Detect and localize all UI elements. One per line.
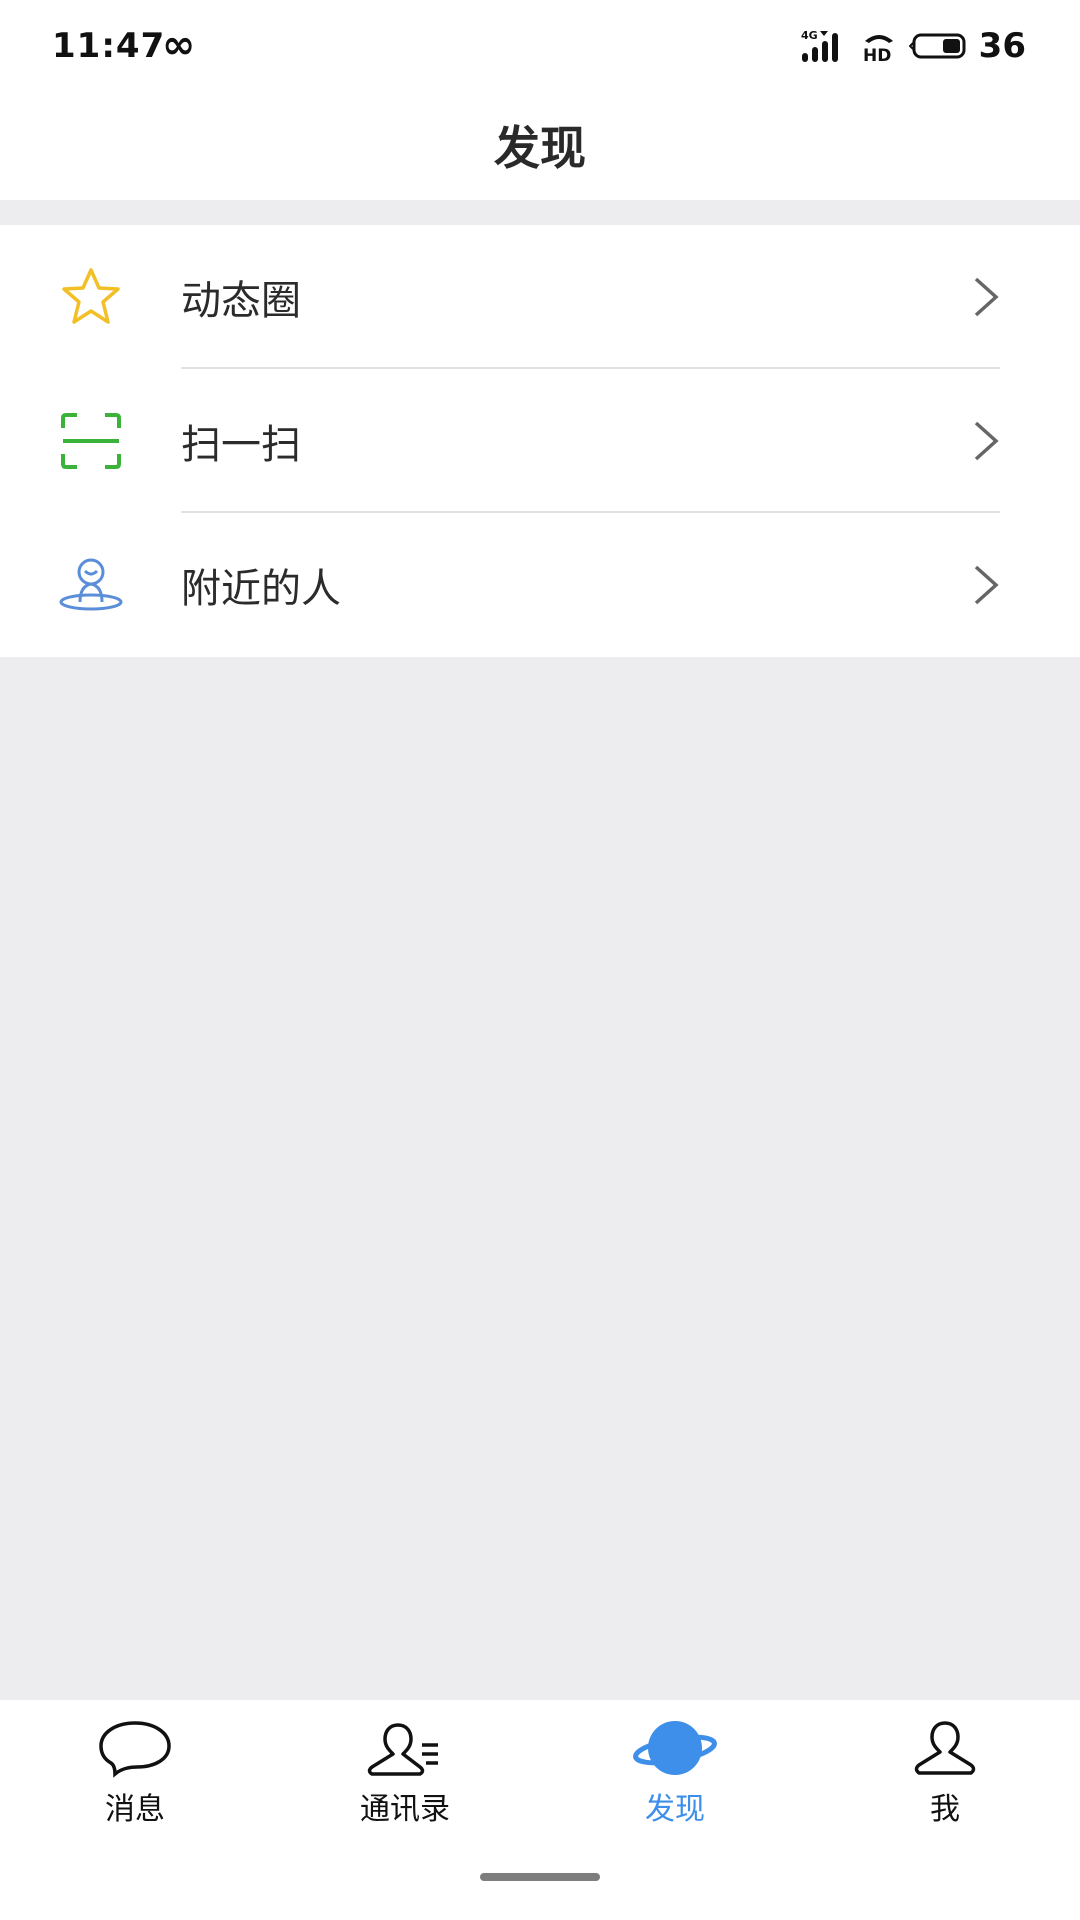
tab-label: 发现 [645,1792,705,1827]
battery-icon [908,33,966,59]
list-item-nearby[interactable]: 附近的人 [0,513,1080,657]
status-time: 11:47 [52,26,166,66]
contacts-icon [360,1718,450,1780]
tab-contacts[interactable]: 通讯录 [325,1718,485,1838]
tab-me[interactable]: 我 [865,1718,1025,1838]
network-type-label: 4G [801,29,818,42]
scan-icon [58,408,124,474]
list-item-label: 附近的人 [181,566,341,612]
page-header: 发现 [0,90,1080,200]
hd-call-icon: HD [863,35,893,63]
bottom-tab-bar: 消息 通讯录 发现 我 [0,1700,1080,1920]
battery-level: 36 [978,26,1026,66]
chat-bubble-icon [90,1718,180,1780]
chevron-right-icon [974,421,999,461]
planet-icon [630,1718,720,1780]
list-item-label: 扫一扫 [181,422,301,468]
person-icon [900,1718,990,1780]
page-title: 发现 [494,121,586,175]
list-item-label: 动态圈 [181,278,301,324]
svg-text:HD: HD [863,46,891,63]
discover-list: 动态圈 扫一扫 附近的人 [0,225,1080,657]
list-item-scan[interactable]: 扫一扫 [0,369,1080,513]
list-item-moments[interactable]: 动态圈 [0,225,1080,369]
tab-label: 消息 [105,1792,165,1827]
infinity-icon: ∞ [162,22,196,68]
status-bar: 11:47 ∞ 4G HD 36 [0,0,1080,90]
chevron-right-icon [974,565,999,605]
nearby-person-icon [58,552,124,618]
status-indicators: 4G HD 36 [801,26,1026,66]
star-icon [58,264,124,330]
signal-icon: 4G [801,29,838,62]
tab-label: 我 [930,1792,960,1827]
home-indicator[interactable] [480,1873,600,1881]
tab-messages[interactable]: 消息 [55,1718,215,1838]
chevron-right-icon [974,277,999,317]
tab-discover[interactable]: 发现 [595,1718,755,1838]
tab-label: 通讯录 [360,1792,450,1827]
